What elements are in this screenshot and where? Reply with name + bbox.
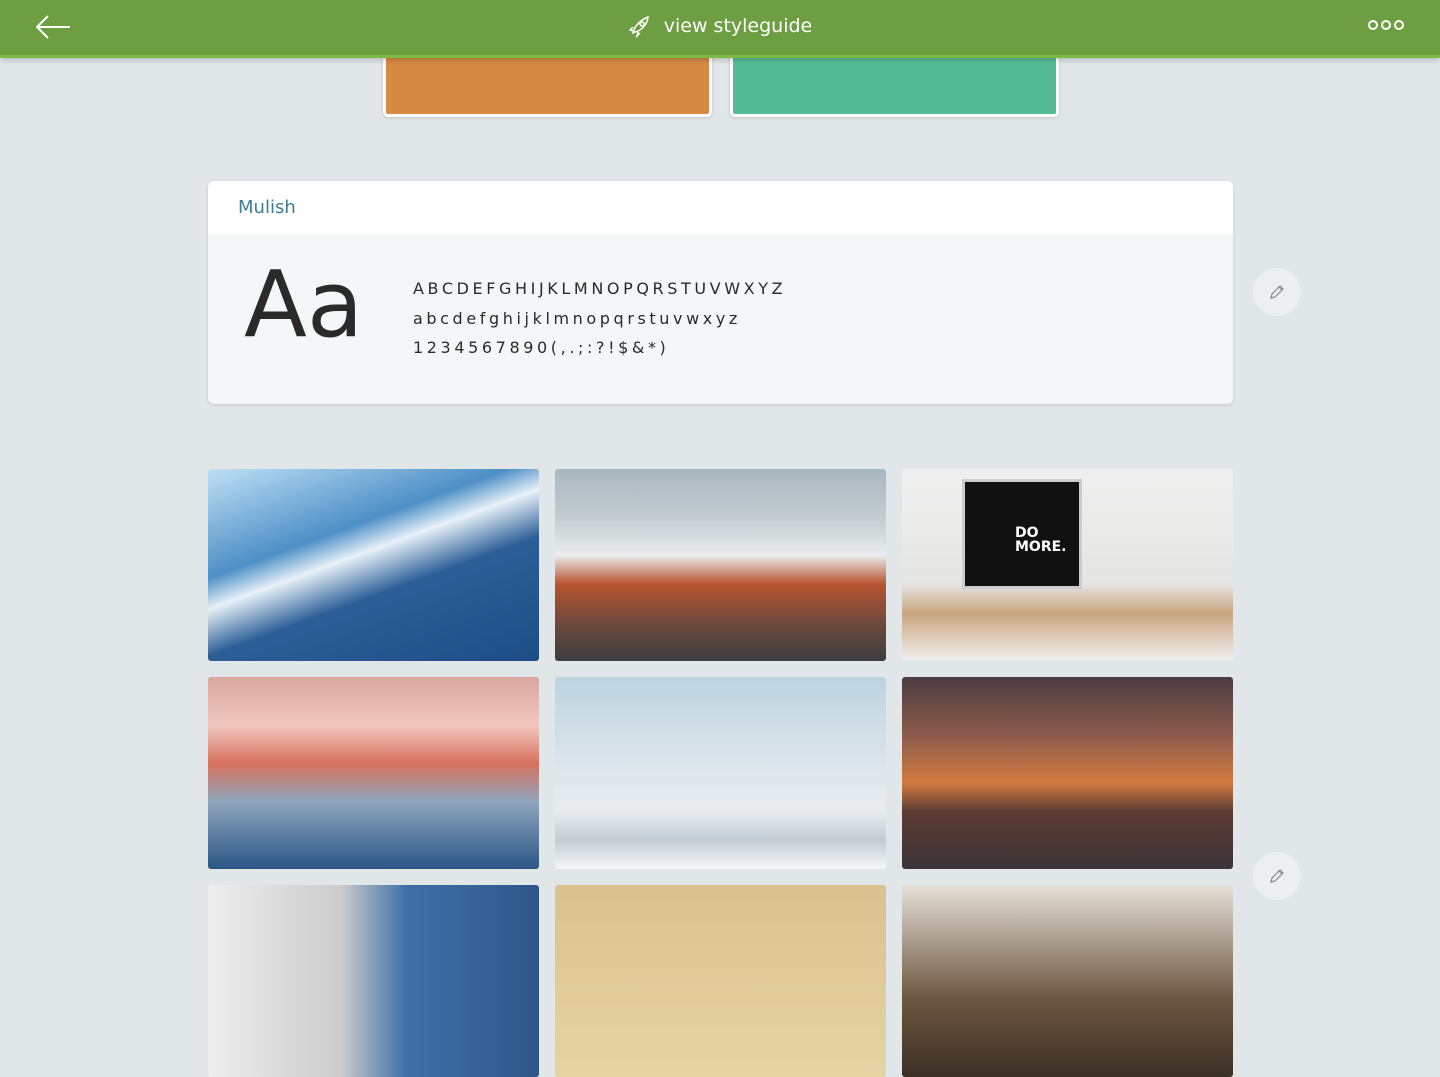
- rocket-icon: [628, 15, 649, 38]
- typography-card: Mulish Aa ABCDEFGHIJKLMNOPQRSTUVWXYZ abc…: [208, 181, 1233, 404]
- number-glyphs: 1234567890(,.;:?!$&*): [413, 338, 670, 357]
- image-tile[interactable]: [902, 885, 1233, 1077]
- font-name: Mulish: [208, 181, 1233, 234]
- screen-text: DO MORE.: [1015, 525, 1067, 555]
- lowercase-glyphs: abcdefghijklmnopqrstuvwxyz: [413, 308, 741, 328]
- title-text: view styleguide: [663, 15, 813, 37]
- image-tile[interactable]: [555, 885, 886, 1077]
- more-dots-icon: [1368, 20, 1378, 30]
- pencil-icon: [1270, 869, 1284, 883]
- top-bar: view styleguide: [0, 0, 1440, 58]
- image-tile[interactable]: [208, 677, 539, 869]
- font-sample: Aa: [244, 251, 364, 358]
- more-menu-button[interactable]: [1368, 20, 1404, 30]
- computer-screen: DO MORE.: [962, 479, 1082, 589]
- image-tile[interactable]: [902, 677, 1233, 869]
- image-tile[interactable]: [555, 677, 886, 869]
- image-tile[interactable]: [555, 469, 886, 661]
- image-tile[interactable]: [208, 469, 539, 661]
- glyph-set: ABCDEFGHIJKLMNOPQRSTUVWXYZ abcdefghijklm…: [413, 274, 786, 363]
- edit-typography-button[interactable]: [1253, 268, 1301, 316]
- page-title: view styleguide: [0, 14, 1440, 38]
- image-tile[interactable]: [208, 885, 539, 1077]
- uppercase-glyphs: ABCDEFGHIJKLMNOPQRSTUVWXYZ: [413, 279, 787, 298]
- edit-images-button[interactable]: [1253, 852, 1301, 900]
- pencil-icon: [1270, 285, 1284, 299]
- image-tile[interactable]: DO MORE.: [902, 469, 1233, 661]
